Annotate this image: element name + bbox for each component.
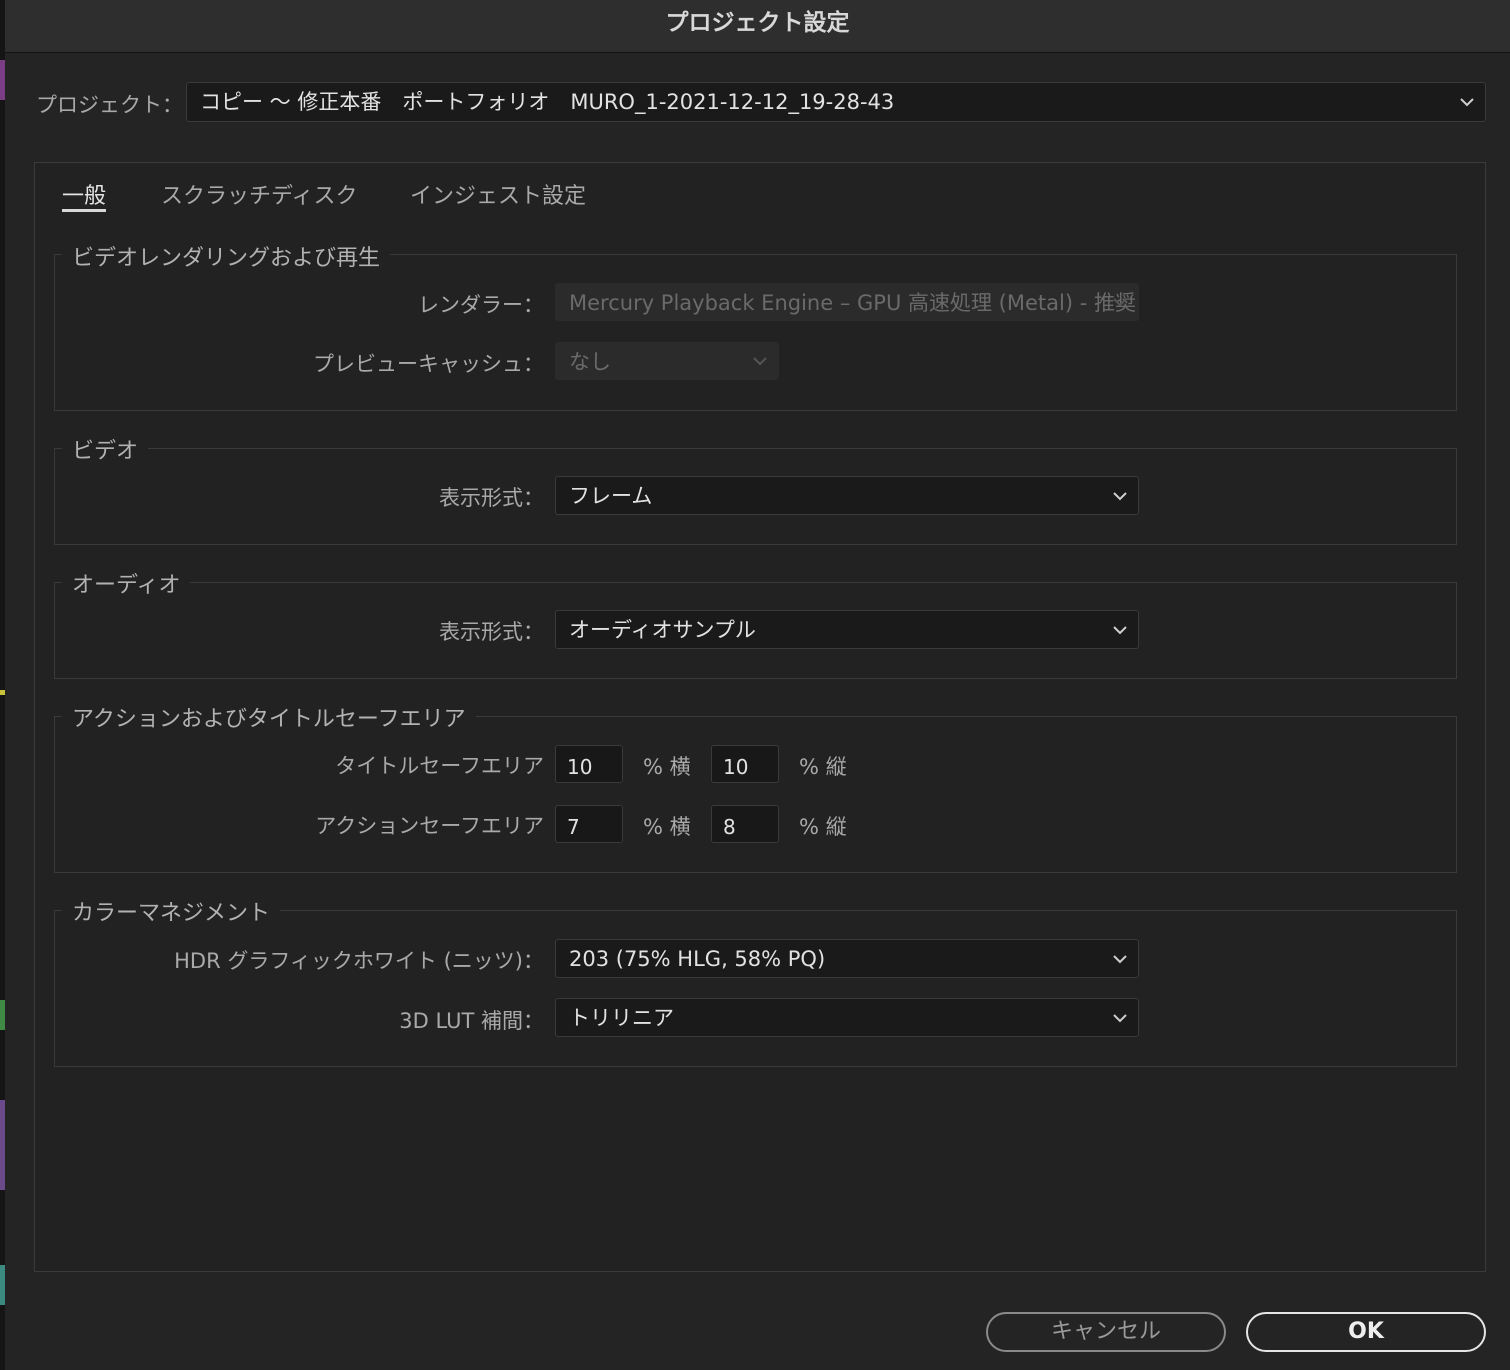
title-safe-horizontal-input[interactable]: 10 xyxy=(555,745,623,783)
lut-interpolation-value: トリリニア xyxy=(569,1006,674,1030)
chevron-down-icon xyxy=(1113,491,1127,500)
action-safe-horizontal-input[interactable]: 7 xyxy=(555,805,623,843)
title-safe-horizontal-unit: % 横 xyxy=(643,755,691,779)
group-title-video-rendering: ビデオレンダリングおよび再生 xyxy=(62,240,391,272)
project-value: コピー 〜 修正本番 ポートフォリオ MURO_1-2021-12-12_19-… xyxy=(200,90,895,114)
group-title-audio: オーディオ xyxy=(62,567,191,599)
chevron-down-icon xyxy=(1113,625,1127,634)
title-safe-vertical-unit: % 縦 xyxy=(799,755,847,779)
renderer-value: Mercury Playback Engine – GPU 高速処理 (Meta… xyxy=(569,291,1136,315)
preview-cache-value: なし xyxy=(569,350,611,374)
title-safe-vertical-input[interactable]: 10 xyxy=(711,745,779,783)
cancel-button[interactable]: キャンセル xyxy=(986,1312,1226,1352)
preview-cache-label: プレビューキャッシュ： xyxy=(313,352,544,376)
chevron-down-icon xyxy=(1460,98,1474,107)
project-label: プロジェクト： xyxy=(36,93,183,117)
video-display-format-value: フレーム xyxy=(569,484,653,508)
action-safe-horizontal-unit: % 横 xyxy=(643,815,691,839)
hdr-graphics-white-value: 203 (75% HLG, 58% PQ) xyxy=(569,947,826,971)
chevron-down-icon xyxy=(1113,298,1127,307)
group-color-management xyxy=(54,910,1457,1067)
group-safe-area xyxy=(54,716,1457,873)
window-title: プロジェクト設定 xyxy=(5,0,1510,53)
preview-cache-dropdown: なし xyxy=(555,342,779,380)
chevron-down-icon xyxy=(1113,954,1127,963)
group-video-rendering xyxy=(54,254,1457,411)
project-dropdown[interactable]: コピー 〜 修正本番 ポートフォリオ MURO_1-2021-12-12_19-… xyxy=(186,82,1486,122)
group-title-video: ビデオ xyxy=(62,433,149,465)
renderer-dropdown: Mercury Playback Engine – GPU 高速処理 (Meta… xyxy=(555,283,1139,321)
background-app-strip xyxy=(0,0,5,1370)
tab-ingest-settings[interactable]: インジェスト設定 xyxy=(410,178,586,210)
audio-display-format-value: オーディオサンプル xyxy=(569,618,756,642)
group-title-safe-area: アクションおよびタイトルセーフエリア xyxy=(62,701,476,733)
renderer-label: レンダラー： xyxy=(418,293,544,317)
title-safe-label: タイトルセーフエリア xyxy=(335,754,544,778)
action-safe-label: アクションセーフエリア xyxy=(315,814,544,838)
hdr-graphics-white-dropdown[interactable]: 203 (75% HLG, 58% PQ) xyxy=(555,939,1139,978)
group-title-color-management: カラーマネジメント xyxy=(62,895,281,927)
video-display-format-dropdown[interactable]: フレーム xyxy=(555,476,1139,515)
tab-active-indicator xyxy=(62,209,106,212)
audio-display-format-dropdown[interactable]: オーディオサンプル xyxy=(555,610,1139,649)
ok-button[interactable]: OK xyxy=(1246,1312,1486,1352)
video-display-format-label: 表示形式： xyxy=(439,486,544,510)
audio-display-format-label: 表示形式： xyxy=(439,620,544,644)
chevron-down-icon xyxy=(753,357,767,366)
lut-interpolation-label: 3D LUT 補間： xyxy=(399,1009,544,1033)
hdr-graphics-white-label: HDR グラフィックホワイト (ニッツ)： xyxy=(174,949,544,973)
tab-general[interactable]: 一般 xyxy=(62,178,106,210)
action-safe-vertical-unit: % 縦 xyxy=(799,815,847,839)
chevron-down-icon xyxy=(1113,1013,1127,1022)
lut-interpolation-dropdown[interactable]: トリリニア xyxy=(555,998,1139,1037)
action-safe-vertical-input[interactable]: 8 xyxy=(711,805,779,843)
tab-scratch-disks[interactable]: スクラッチディスク xyxy=(161,178,357,210)
